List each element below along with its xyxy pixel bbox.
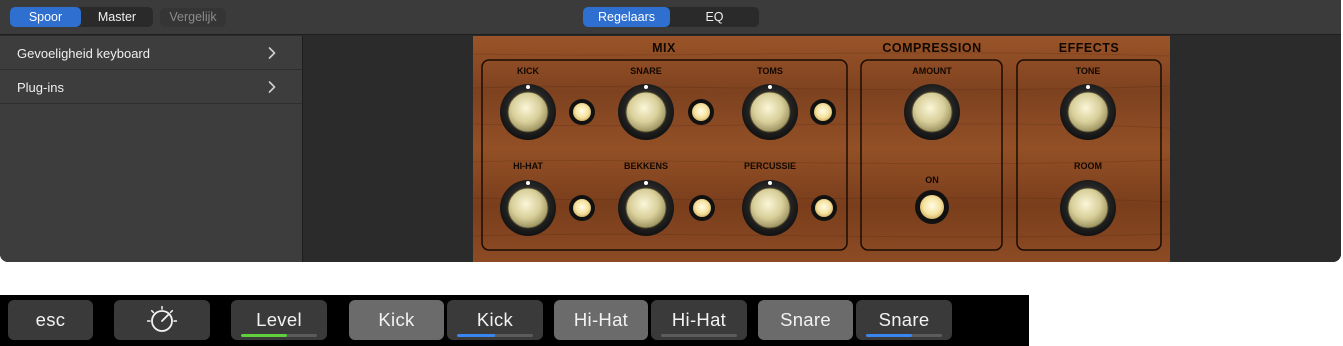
esc-key[interactable]: esc [8,300,93,340]
panel-toolbar: Spoor Master Vergelijk Regelaars EQ [0,0,1341,35]
hi-hat-slider[interactable]: Hi-Hat [651,300,747,340]
compression-on-button[interactable] [915,190,949,224]
kick-fill [457,334,495,337]
bekkens-mute-button[interactable] [689,195,715,221]
toms-label: TOMS [757,66,783,76]
percussie-mute-button[interactable] [811,195,837,221]
kick-label: KICK [517,66,539,76]
hi-hat-knob[interactable] [500,180,556,236]
room-knob[interactable] [1060,180,1116,236]
sidebar-item-label: Gevoeligheid keyboard [17,46,150,61]
snare-label: SNARE [630,66,662,76]
hi-hat-label: HI-HAT [513,161,543,171]
on-label: ON [925,175,939,185]
tab-spoor[interactable]: Spoor [10,7,81,27]
tone-label: TONE [1076,66,1101,76]
chevron-right-icon [268,81,276,93]
kick-slider-label: Kick [476,309,514,330]
kick-track [457,334,533,337]
hi-hat-mute-button[interactable] [569,195,595,221]
compression-title: COMPRESSION [882,41,981,55]
toms-mute-button[interactable] [810,99,836,125]
compression-amount-knob[interactable] [904,84,960,140]
level-fill [241,334,287,337]
level-slider[interactable]: Level [231,300,327,340]
kick-mute-button[interactable] [569,99,595,125]
sidebar-item-plug-ins[interactable]: Plug-ins [0,70,302,104]
drum-kit-controls: MIX COMPRESSION EFFECTS KICK SNARE TOMS … [473,36,1170,262]
smart-controls-button[interactable] [114,300,210,340]
tab-master[interactable]: Master [81,7,153,27]
bekkens-label: BEKKENS [624,161,668,171]
effects-title: EFFECTS [1059,41,1119,55]
compare-button[interactable]: Vergelijk [160,8,226,27]
hi-hat-slider-label: Hi-Hat [671,309,727,330]
track-master-segment: Spoor Master [10,7,153,27]
tab-eq[interactable]: EQ [670,7,759,27]
mix-title: MIX [652,41,676,55]
kick-slider[interactable]: Kick [447,300,543,340]
snare-slider[interactable]: Snare [856,300,952,340]
sidebar-item-label: Plug-ins [17,80,64,95]
snare-mute-button[interactable] [688,99,714,125]
snare-select-button[interactable]: Snare [758,300,853,340]
chevron-right-icon [268,47,276,59]
room-label: ROOM [1074,161,1102,171]
tab-regelaars[interactable]: Regelaars [583,7,670,27]
drum-kit-panel: Spoor Master Vergelijk Regelaars EQ Gevo… [0,0,1341,262]
percussie-knob[interactable] [742,180,798,236]
snare-fill [866,334,912,337]
kick-select-button[interactable]: Kick [349,300,444,340]
bekkens-knob[interactable] [618,180,674,236]
hi-hat-select-button[interactable]: Hi-Hat [554,300,648,340]
level-track [241,334,317,337]
amount-label: AMOUNT [912,66,952,76]
snare-track [866,334,942,337]
level-label: Level [256,309,302,330]
tone-knob[interactable] [1060,84,1116,140]
sidebar-item-keyboard-sensitivity[interactable]: Gevoeligheid keyboard [0,36,302,70]
hi-hat-track [661,334,737,337]
touch-bar: esc Level Kick Kick Hi-Hat Hi-Hat Snare [0,295,1029,346]
knob-icon [147,306,177,332]
percussie-label: PERCUSSIE [744,161,796,171]
sidebar: Gevoeligheid keyboard Plug-ins [0,36,303,262]
view-segment: Regelaars EQ [583,7,759,27]
toms-knob[interactable] [742,84,798,140]
wood-background [473,36,1170,262]
snare-slider-label: Snare [878,309,930,330]
snare-knob[interactable] [618,84,674,140]
kick-knob[interactable] [500,84,556,140]
